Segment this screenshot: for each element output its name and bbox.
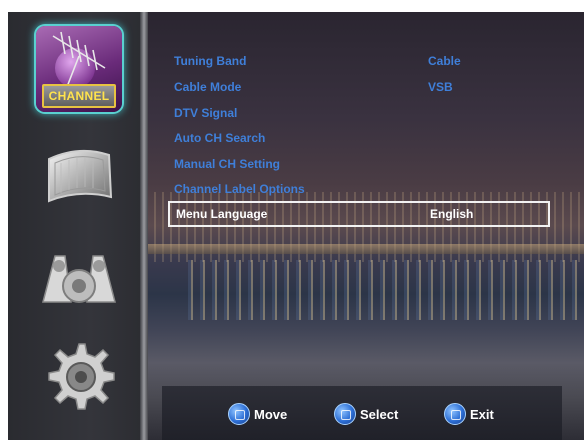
menu-item-manual-ch-setting[interactable]: Manual CH Setting: [174, 153, 554, 175]
menu-item-label: Manual CH Setting: [174, 157, 281, 171]
menu-item-tuning-band[interactable]: Tuning Band Cable: [174, 50, 554, 72]
menu-item-label: Tuning Band: [174, 54, 247, 68]
menu-item-value: Cable: [428, 54, 461, 68]
menu-item-label: Channel Label Options: [174, 182, 305, 196]
move-label: Move: [254, 406, 288, 422]
enter-select-icon: [334, 403, 356, 425]
select-label: Select: [360, 406, 399, 422]
sound-icon: [42, 255, 116, 303]
menu-item-auto-ch-search[interactable]: Auto CH Search: [174, 127, 554, 149]
menu-item-label: DTV Signal: [174, 106, 238, 120]
menu-item-label: Cable Mode: [174, 80, 242, 94]
menu-item-menu-language[interactable]: Menu Language English: [168, 201, 550, 227]
menu-item-value: English: [430, 207, 474, 221]
tv-osd-screen: CHANNEL Tuning Band Cable Cable Mode VSB…: [8, 12, 584, 440]
menu-item-cable-mode[interactable]: Cable Mode VSB: [174, 76, 554, 98]
menu-item-label: Menu Language: [176, 207, 268, 221]
select-hint[interactable]: Select: [334, 402, 398, 426]
exit-label: Exit: [470, 406, 494, 422]
river-reflection: [188, 260, 584, 320]
channel-label: CHANNEL: [42, 84, 116, 108]
bridge: [148, 244, 584, 254]
menu-item-dtv-signal[interactable]: DTV Signal: [174, 102, 554, 124]
move-hint[interactable]: Move: [228, 402, 287, 426]
sidebar-item-setup[interactable]: [34, 334, 124, 422]
menu-item-channel-label-options[interactable]: Channel Label Options: [174, 178, 554, 200]
menu-item-value: VSB: [428, 80, 453, 94]
exit-button-icon: [444, 403, 466, 425]
sidebar-item-channel[interactable]: CHANNEL: [36, 26, 122, 112]
sidebar-item-picture[interactable]: [34, 132, 124, 220]
sidebar-item-sound[interactable]: [34, 234, 124, 322]
picture-icon: [48, 149, 113, 203]
sidebar-divider: [140, 12, 148, 440]
dpad-move-icon: [228, 403, 250, 425]
exit-hint[interactable]: Exit: [444, 402, 494, 426]
menu-item-label: Auto CH Search: [174, 131, 266, 145]
gear-icon: [48, 343, 115, 410]
